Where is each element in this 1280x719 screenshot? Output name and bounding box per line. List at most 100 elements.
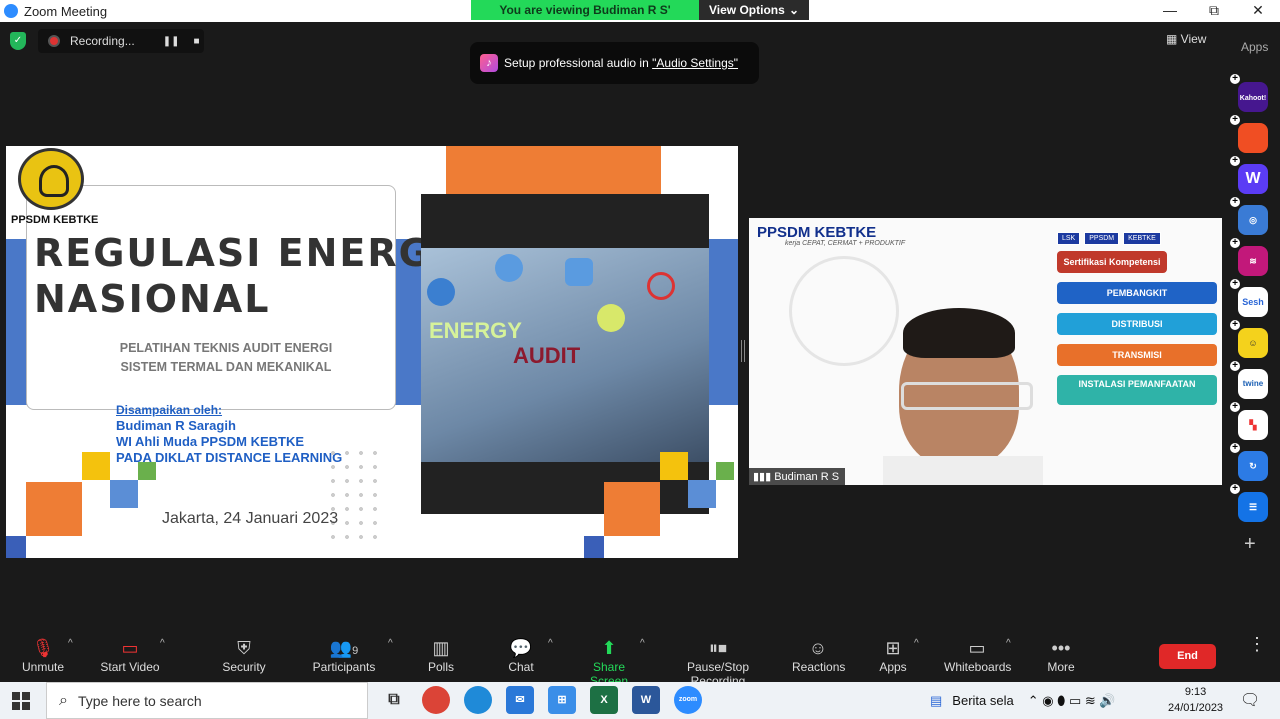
share-screen-button[interactable]: ⬆ Share Screen xyxy=(576,636,642,688)
zoom-taskbar-icon[interactable]: zoom xyxy=(674,686,702,714)
presenter-role: WI Ahli Muda PPSDM KEBTKE xyxy=(116,434,305,449)
participants-caret[interactable]: ^ xyxy=(388,638,393,649)
sesh-app-icon[interactable]: Sesh xyxy=(1230,279,1268,317)
unmute-button[interactable]: 🎙 Unmute xyxy=(22,636,64,674)
audio-options-caret[interactable]: ^ xyxy=(68,638,73,649)
task-view-icon[interactable]: ⧉ xyxy=(380,686,408,714)
restore-button[interactable]: ⧉ xyxy=(1192,0,1236,22)
polls-label: Polls xyxy=(427,660,454,674)
edge-icon[interactable] xyxy=(464,686,492,714)
search-placeholder: Type here to search xyxy=(77,692,202,709)
encryption-shield-icon[interactable]: ✓ xyxy=(10,32,26,50)
slide-presenter: Disampaikan oleh: Budiman R Saragih WI A… xyxy=(116,402,342,466)
slide-subtitle-line1: PELATIHAN TEKNIS AUDIT ENERGI xyxy=(119,341,333,355)
minimize-button[interactable]: — xyxy=(1148,0,1192,22)
app-icon-grid[interactable]: ▚ xyxy=(1230,402,1268,440)
news-icon[interactable]: ▤ xyxy=(930,693,942,709)
security-button[interactable]: ⛨ Security xyxy=(222,636,266,674)
participants-label: Participants xyxy=(312,660,376,674)
start-video-button[interactable]: ▭ Start Video xyxy=(100,636,160,674)
split-view-handle[interactable] xyxy=(741,340,745,362)
app-icon-pink[interactable]: ≋ xyxy=(1230,238,1268,276)
bg-item-distribusi: DISTRIBUSI xyxy=(1057,313,1217,335)
tag-ppsdm: PPSDM xyxy=(1084,232,1120,245)
video-options-caret[interactable]: ^ xyxy=(160,638,165,649)
app-icon-w[interactable]: W xyxy=(1230,156,1268,194)
taskbar-search[interactable]: ⌕ Type here to search xyxy=(46,682,368,719)
apps-sidebar-title: Apps xyxy=(1241,40,1269,54)
deco-square-yellow-2 xyxy=(660,452,688,480)
tag-lsk: LSK xyxy=(1057,232,1081,245)
kahoot-app-icon[interactable]: Kahoot! xyxy=(1230,74,1268,112)
apps-button[interactable]: ⊞ Apps xyxy=(878,636,908,674)
windows-start-icon[interactable] xyxy=(12,692,30,710)
chat-icon: 💬 xyxy=(509,638,533,658)
pause-stop-recording-button[interactable]: ⏸⏹ Pause/Stop Recording xyxy=(662,636,774,688)
video-bg-tags: LSK PPSDM KEBTKE xyxy=(1057,232,1217,245)
mail-icon[interactable]: ✉ xyxy=(506,686,534,714)
share-caret[interactable]: ^ xyxy=(640,638,645,649)
video-bg-tagline: kerja CEPAT, CERMAT + PRODUKTIF xyxy=(785,240,906,247)
view-button[interactable]: ▦ View xyxy=(1166,32,1206,46)
video-background-logo xyxy=(789,256,899,366)
toast-text: Setup professional audio in xyxy=(504,56,649,70)
word-icon[interactable]: W xyxy=(632,686,660,714)
photo-word-audit: AUDIT xyxy=(513,343,581,368)
deco-square-orange-2 xyxy=(604,482,660,536)
chat-label: Chat xyxy=(508,660,534,674)
participant-hair xyxy=(903,308,1015,358)
unmute-label: Unmute xyxy=(22,660,65,674)
deco-square-green xyxy=(138,462,156,480)
excel-icon[interactable]: X xyxy=(590,686,618,714)
stop-recording-button[interactable]: ■ xyxy=(193,36,199,47)
whiteboards-button[interactable]: ▭ Whiteboards xyxy=(944,636,1012,674)
participants-button[interactable]: 👥9 Participants xyxy=(312,636,376,674)
chat-caret[interactable]: ^ xyxy=(548,638,553,649)
lock-icon xyxy=(495,254,523,282)
audio-settings-link[interactable]: "Audio Settings" xyxy=(652,56,738,70)
slide-orange-block xyxy=(446,146,661,194)
polls-button[interactable]: ▥ Polls xyxy=(426,636,456,674)
kebab-menu-icon[interactable]: ⋮ xyxy=(1248,634,1266,655)
participant-name: Budiman R S xyxy=(774,471,840,483)
add-app-icon[interactable]: + xyxy=(1244,533,1272,556)
clock-date: 24/01/2023 xyxy=(1168,702,1224,714)
whiteboards-label: Whiteboards xyxy=(944,660,1012,674)
twine-app-icon[interactable]: twine xyxy=(1230,361,1268,399)
tray-icons[interactable]: ⌃ ◉ ⬮ ▭ ≋ 🔊 xyxy=(1028,693,1116,709)
app-icon-orange[interactable] xyxy=(1230,115,1268,153)
windows-taskbar: ⌕ Type here to search ⧉ ✉ ⊞ X W zoom ▤ B… xyxy=(0,682,1280,719)
store-icon[interactable]: ⊞ xyxy=(548,686,576,714)
end-button[interactable]: End xyxy=(1159,644,1216,669)
whiteboards-caret[interactable]: ^ xyxy=(1006,638,1011,649)
view-options-button[interactable]: View Options ⌄ xyxy=(699,0,809,20)
shared-slide: PPSDM KEBTKE REGULASI ENERGI NASIONAL PE… xyxy=(6,146,738,558)
deco-square-orange xyxy=(26,482,82,536)
slide-org-label: PPSDM KEBTKE xyxy=(11,214,99,226)
close-button[interactable]: ✕ xyxy=(1236,0,1280,22)
app-icon-blue[interactable]: ☰ xyxy=(1230,484,1268,522)
search-icon: ⌕ xyxy=(59,691,68,709)
bg-item-pembangkit: PEMBANGKIT xyxy=(1057,282,1217,304)
slide-dot-pattern xyxy=(326,446,386,546)
slide-title-line2: NASIONAL xyxy=(34,277,271,321)
pause-recording-button[interactable]: ❚❚ xyxy=(163,36,180,47)
app-icon-yellow[interactable]: ☺ xyxy=(1230,320,1268,358)
system-clock[interactable]: 9:13 24/01/2023 xyxy=(1168,684,1223,716)
apps-caret[interactable]: ^ xyxy=(914,638,919,649)
chat-button[interactable]: 💬 Chat xyxy=(506,636,536,674)
app-icon-circle[interactable]: ◎ xyxy=(1230,197,1268,235)
news-label[interactable]: Berita sela xyxy=(952,693,1013,708)
participant-video[interactable]: PPSDM KEBTKE kerja CEPAT, CERMAT + PRODU… xyxy=(749,218,1222,485)
meeting-area: ✓ Recording... ❚❚ ■ ♪ Setup professional… xyxy=(0,22,1280,632)
security-label: Security xyxy=(222,660,266,674)
participant-person xyxy=(883,306,1049,485)
participant-glasses xyxy=(901,382,1033,410)
chrome-icon[interactable] xyxy=(422,686,450,714)
apps-label: Apps xyxy=(879,660,907,674)
app-icon-sync[interactable]: ↻ xyxy=(1230,443,1268,481)
meeting-toolbar: 🎙 Unmute ^ ▭ Start Video ^ ⛨ Security 👥9… xyxy=(0,632,1280,688)
notification-icon[interactable]: 🗨 xyxy=(1240,690,1260,710)
reactions-button[interactable]: ☺ Reactions xyxy=(792,636,845,674)
more-button[interactable]: ••• More xyxy=(1046,636,1076,674)
